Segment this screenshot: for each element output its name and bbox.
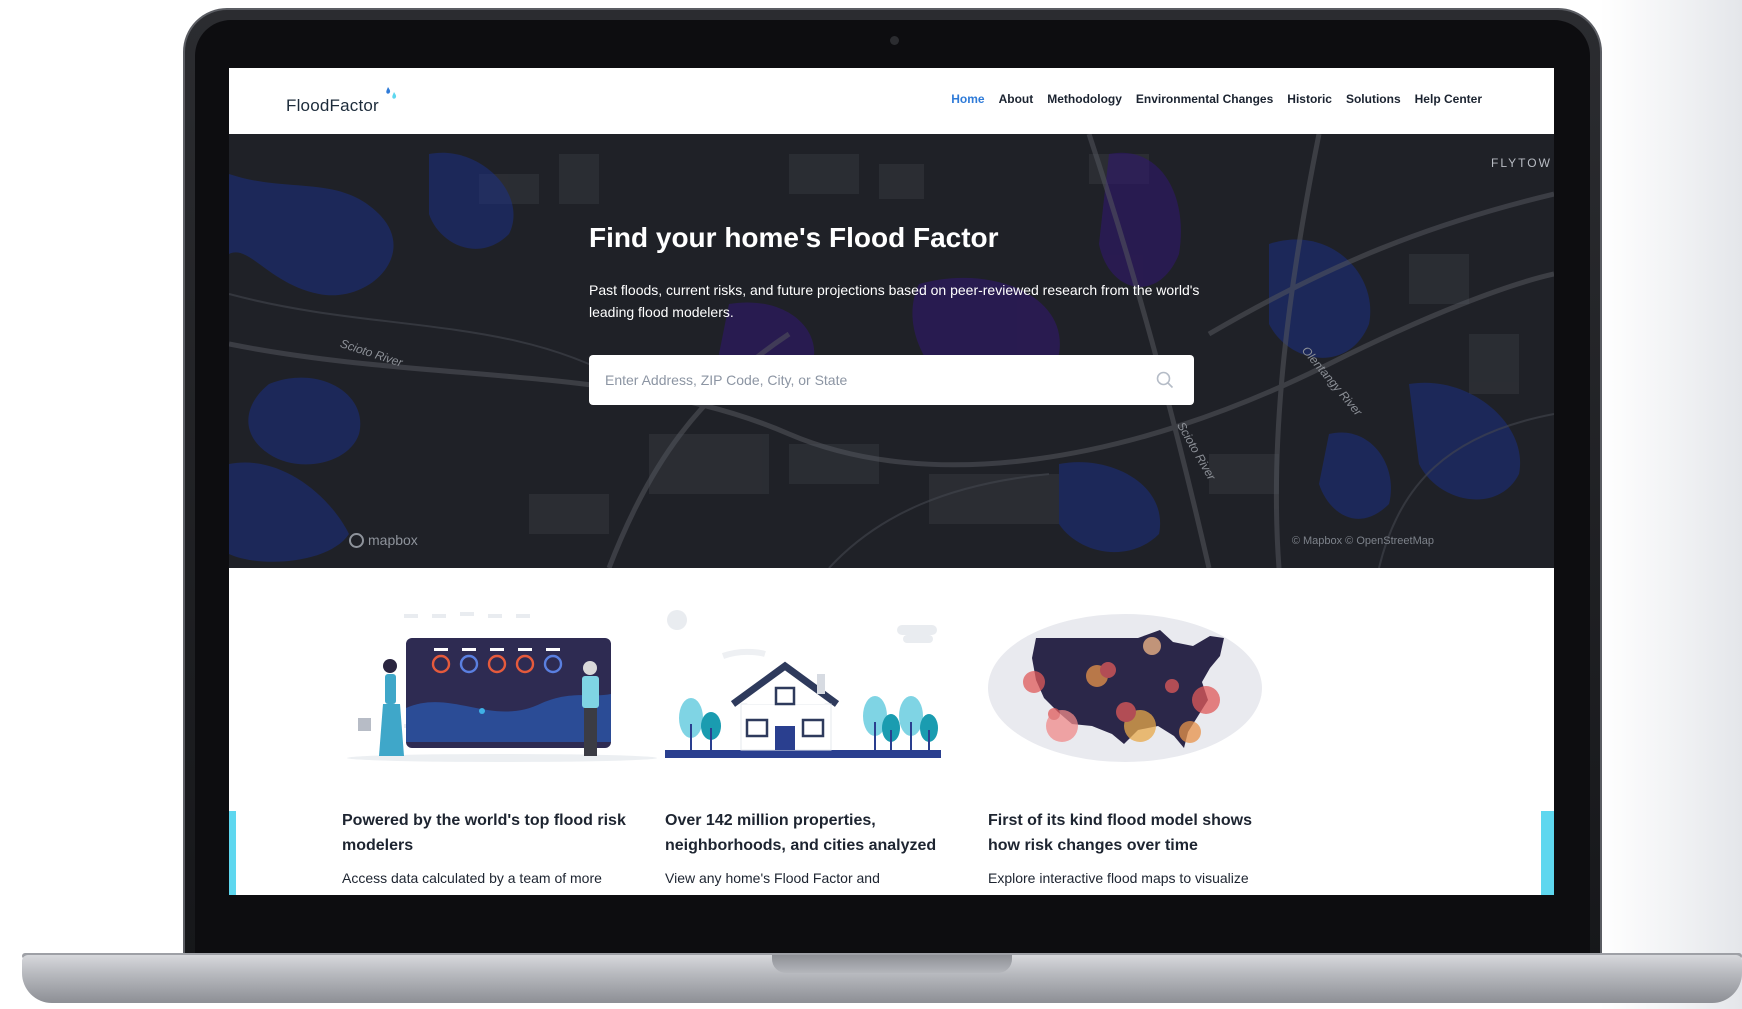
search-icon[interactable] <box>1156 371 1174 389</box>
background-sheen <box>1600 0 1742 1009</box>
nav-solutions[interactable]: Solutions <box>1346 92 1401 106</box>
main-nav: Home About Methodology Environmental Cha… <box>951 92 1482 106</box>
team-dashboard-illustration <box>347 612 657 762</box>
mapbox-logo[interactable]: mapbox <box>349 532 418 548</box>
nav-help-center[interactable]: Help Center <box>1415 92 1482 106</box>
feature-text: Access data calculated by a team of more <box>342 870 602 886</box>
map-attribution[interactable]: © Mapbox © OpenStreetMap <box>1292 535 1434 547</box>
feature-title: First of its kind flood model shows how … <box>988 812 1253 854</box>
nav-methodology[interactable]: Methodology <box>1047 92 1122 106</box>
feature-text: View any home's Flood Factor and <box>665 870 880 886</box>
hero-map[interactable]: Scioto River Scioto River Olentangy Rive… <box>229 134 1554 568</box>
us-map-illustration <box>988 614 1262 762</box>
site-header: FloodFactor Home About Methodology Envir… <box>229 68 1554 134</box>
laptop-notch <box>772 955 1012 973</box>
accent-bar-right <box>1541 811 1554 895</box>
mapbox-icon <box>349 532 364 548</box>
hero-title: Find your home's Flood Factor <box>589 222 999 253</box>
features-section: Powered by the world's top flood risk mo… <box>229 568 1554 895</box>
feature-text: Explore interactive flood maps to visual… <box>988 870 1249 886</box>
water-drops-icon <box>386 87 397 99</box>
feature-title: Over 142 million properties, neighborhoo… <box>665 812 937 854</box>
address-search[interactable] <box>589 355 1194 405</box>
nav-about[interactable]: About <box>999 92 1034 106</box>
nav-historic[interactable]: Historic <box>1287 92 1332 106</box>
hero-subtitle: Past floods, current risks, and future p… <box>589 282 1200 320</box>
browser-screen: FloodFactor Home About Methodology Envir… <box>229 68 1554 895</box>
flood-map-background <box>229 134 1554 568</box>
search-input[interactable] <box>605 369 1145 391</box>
nav-environmental-changes[interactable]: Environmental Changes <box>1136 92 1273 106</box>
feature-title: Powered by the world's top flood risk mo… <box>342 812 626 854</box>
map-label-place: FLYTOW <box>1491 156 1552 170</box>
house-illustration <box>665 610 941 758</box>
site-logo[interactable]: FloodFactor <box>286 96 379 116</box>
accent-bar-left <box>229 811 236 895</box>
product-mockup: FloodFactor Home About Methodology Envir… <box>0 0 1742 1009</box>
mapbox-logo-text: mapbox <box>368 532 418 548</box>
nav-home[interactable]: Home <box>951 92 984 106</box>
camera-icon <box>890 36 899 45</box>
